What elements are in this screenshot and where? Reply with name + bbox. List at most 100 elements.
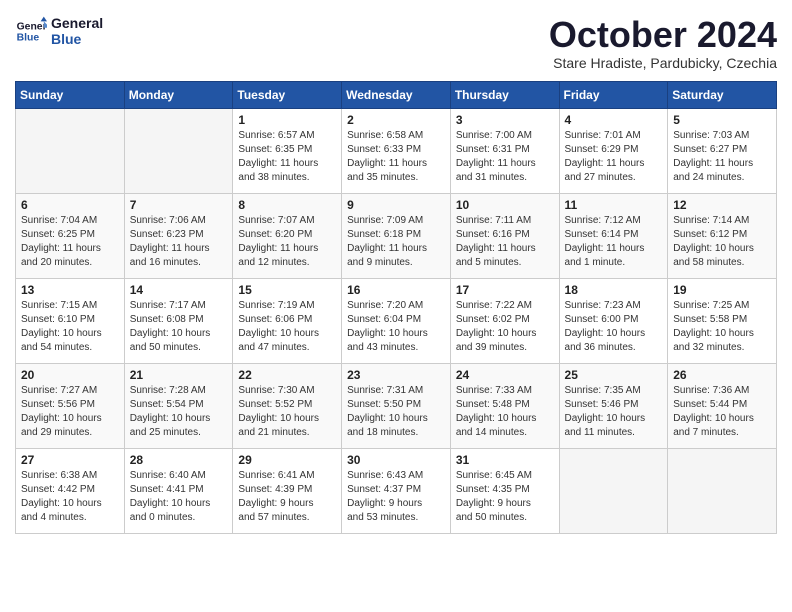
calendar-cell: 14 Sunrise: 7:17 AM Sunset: 6:08 PM Dayli… — [124, 278, 233, 363]
day-header-friday: Friday — [559, 81, 668, 108]
calendar-cell — [668, 448, 777, 533]
calendar-cell: 2 Sunrise: 6:58 AM Sunset: 6:33 PM Daylig… — [342, 108, 451, 193]
day-number: 11 — [565, 198, 663, 212]
calendar-cell — [16, 108, 125, 193]
calendar-cell: 23 Sunrise: 7:31 AM Sunset: 5:50 PM Dayli… — [342, 363, 451, 448]
day-info: Sunrise: 7:25 AM Sunset: 5:58 PM Dayligh… — [673, 299, 771, 355]
day-info: Sunrise: 7:30 AM Sunset: 5:52 PM Dayligh… — [238, 384, 336, 440]
calendar-cell: 30 Sunrise: 6:43 AM Sunset: 4:37 PM Dayli… — [342, 448, 451, 533]
day-info: Sunrise: 7:33 AM Sunset: 5:48 PM Dayligh… — [456, 384, 554, 440]
day-info: Sunrise: 7:23 AM Sunset: 6:00 PM Dayligh… — [565, 299, 663, 355]
day-info: Sunrise: 6:38 AM Sunset: 4:42 PM Dayligh… — [21, 469, 119, 525]
calendar-cell: 26 Sunrise: 7:36 AM Sunset: 5:44 PM Dayli… — [668, 363, 777, 448]
calendar-header-row: SundayMondayTuesdayWednesdayThursdayFrid… — [16, 81, 777, 108]
day-header-thursday: Thursday — [450, 81, 559, 108]
day-number: 14 — [130, 283, 228, 297]
day-header-tuesday: Tuesday — [233, 81, 342, 108]
day-number: 1 — [238, 113, 336, 127]
day-info: Sunrise: 6:58 AM Sunset: 6:33 PM Dayligh… — [347, 129, 445, 185]
calendar-cell — [124, 108, 233, 193]
day-number: 29 — [238, 453, 336, 467]
calendar-cell — [559, 448, 668, 533]
day-info: Sunrise: 7:06 AM Sunset: 6:23 PM Dayligh… — [130, 214, 228, 270]
calendar-week-1: 1 Sunrise: 6:57 AM Sunset: 6:35 PM Daylig… — [16, 108, 777, 193]
calendar-cell: 15Sunrise: 7:19 AM Sunset: 6:06 PM Dayli… — [233, 278, 342, 363]
logo-icon: General Blue — [15, 15, 47, 47]
day-info: Sunrise: 7:36 AM Sunset: 5:44 PM Dayligh… — [673, 384, 771, 440]
day-number: 2 — [347, 113, 445, 127]
day-number: 23 — [347, 368, 445, 382]
day-info: Sunrise: 7:01 AM Sunset: 6:29 PM Dayligh… — [565, 129, 663, 185]
day-number: 28 — [130, 453, 228, 467]
day-number: 24 — [456, 368, 554, 382]
day-number: 6 — [21, 198, 119, 212]
svg-text:General: General — [17, 21, 47, 32]
day-info: Sunrise: 6:41 AM Sunset: 4:39 PM Dayligh… — [238, 469, 336, 525]
day-number: 16 — [347, 283, 445, 297]
calendar-cell: 9 Sunrise: 7:09 AM Sunset: 6:18 PM Daylig… — [342, 193, 451, 278]
day-info: Sunrise: 7:19 AM Sunset: 6:06 PM Dayligh… — [238, 299, 336, 355]
day-info: Sunrise: 7:31 AM Sunset: 5:50 PM Dayligh… — [347, 384, 445, 440]
day-info: Sunrise: 7:07 AM Sunset: 6:20 PM Dayligh… — [238, 214, 336, 270]
calendar-cell: 12 Sunrise: 7:14 AM Sunset: 6:12 PM Dayli… — [668, 193, 777, 278]
calendar-cell: 22 Sunrise: 7:30 AM Sunset: 5:52 PM Dayli… — [233, 363, 342, 448]
day-number: 31 — [456, 453, 554, 467]
calendar-cell: 28Sunrise: 6:40 AM Sunset: 4:41 PM Dayli… — [124, 448, 233, 533]
day-info: Sunrise: 7:00 AM Sunset: 6:31 PM Dayligh… — [456, 129, 554, 185]
day-number: 13 — [21, 283, 119, 297]
day-header-saturday: Saturday — [668, 81, 777, 108]
calendar-cell: 31Sunrise: 6:45 AM Sunset: 4:35 PM Dayli… — [450, 448, 559, 533]
location-subtitle: Stare Hradiste, Pardubicky, Czechia — [549, 55, 777, 71]
day-number: 3 — [456, 113, 554, 127]
calendar-cell: 11Sunrise: 7:12 AM Sunset: 6:14 PM Dayli… — [559, 193, 668, 278]
calendar-cell: 24 Sunrise: 7:33 AM Sunset: 5:48 PM Dayli… — [450, 363, 559, 448]
day-header-monday: Monday — [124, 81, 233, 108]
calendar-cell: 1 Sunrise: 6:57 AM Sunset: 6:35 PM Daylig… — [233, 108, 342, 193]
calendar-cell: 17 Sunrise: 7:22 AM Sunset: 6:02 PM Dayli… — [450, 278, 559, 363]
calendar-cell: 8 Sunrise: 7:07 AM Sunset: 6:20 PM Daylig… — [233, 193, 342, 278]
day-number: 10 — [456, 198, 554, 212]
day-number: 4 — [565, 113, 663, 127]
day-info: Sunrise: 6:57 AM Sunset: 6:35 PM Dayligh… — [238, 129, 336, 185]
calendar-cell: 6 Sunrise: 7:04 AM Sunset: 6:25 PM Daylig… — [16, 193, 125, 278]
day-info: Sunrise: 7:27 AM Sunset: 5:56 PM Dayligh… — [21, 384, 119, 440]
calendar-cell: 21Sunrise: 7:28 AM Sunset: 5:54 PM Dayli… — [124, 363, 233, 448]
calendar-cell: 27Sunrise: 6:38 AM Sunset: 4:42 PM Dayli… — [16, 448, 125, 533]
calendar-cell: 4 Sunrise: 7:01 AM Sunset: 6:29 PM Daylig… — [559, 108, 668, 193]
calendar-cell: 3 Sunrise: 7:00 AM Sunset: 6:31 PM Daylig… — [450, 108, 559, 193]
day-number: 7 — [130, 198, 228, 212]
logo-general: General — [51, 15, 103, 31]
day-header-sunday: Sunday — [16, 81, 125, 108]
day-info: Sunrise: 7:03 AM Sunset: 6:27 PM Dayligh… — [673, 129, 771, 185]
title-block: October 2024 Stare Hradiste, Pardubicky,… — [549, 15, 777, 71]
day-info: Sunrise: 6:43 AM Sunset: 4:37 PM Dayligh… — [347, 469, 445, 525]
calendar-week-5: 27Sunrise: 6:38 AM Sunset: 4:42 PM Dayli… — [16, 448, 777, 533]
day-number: 30 — [347, 453, 445, 467]
day-number: 19 — [673, 283, 771, 297]
calendar-cell: 19 Sunrise: 7:25 AM Sunset: 5:58 PM Dayli… — [668, 278, 777, 363]
day-info: Sunrise: 7:28 AM Sunset: 5:54 PM Dayligh… — [130, 384, 228, 440]
day-number: 26 — [673, 368, 771, 382]
day-number: 22 — [238, 368, 336, 382]
day-info: Sunrise: 7:09 AM Sunset: 6:18 PM Dayligh… — [347, 214, 445, 270]
day-number: 8 — [238, 198, 336, 212]
calendar-cell: 18 Sunrise: 7:23 AM Sunset: 6:00 PM Dayli… — [559, 278, 668, 363]
day-number: 12 — [673, 198, 771, 212]
day-number: 9 — [347, 198, 445, 212]
calendar-week-3: 13Sunrise: 7:15 AM Sunset: 6:10 PM Dayli… — [16, 278, 777, 363]
day-number: 20 — [21, 368, 119, 382]
calendar-table: SundayMondayTuesdayWednesdayThursdayFrid… — [15, 81, 777, 534]
day-number: 18 — [565, 283, 663, 297]
day-info: Sunrise: 7:04 AM Sunset: 6:25 PM Dayligh… — [21, 214, 119, 270]
calendar-cell: 7 Sunrise: 7:06 AM Sunset: 6:23 PM Daylig… — [124, 193, 233, 278]
logo-blue: Blue — [51, 31, 103, 47]
logo: General Blue General Blue — [15, 15, 103, 47]
day-info: Sunrise: 7:17 AM Sunset: 6:08 PM Dayligh… — [130, 299, 228, 355]
day-number: 17 — [456, 283, 554, 297]
calendar-week-2: 6 Sunrise: 7:04 AM Sunset: 6:25 PM Daylig… — [16, 193, 777, 278]
day-number: 25 — [565, 368, 663, 382]
day-info: Sunrise: 7:22 AM Sunset: 6:02 PM Dayligh… — [456, 299, 554, 355]
calendar-cell: 5Sunrise: 7:03 AM Sunset: 6:27 PM Daylig… — [668, 108, 777, 193]
day-info: Sunrise: 7:14 AM Sunset: 6:12 PM Dayligh… — [673, 214, 771, 270]
page-header: General Blue General Blue October 2024 S… — [15, 15, 777, 71]
